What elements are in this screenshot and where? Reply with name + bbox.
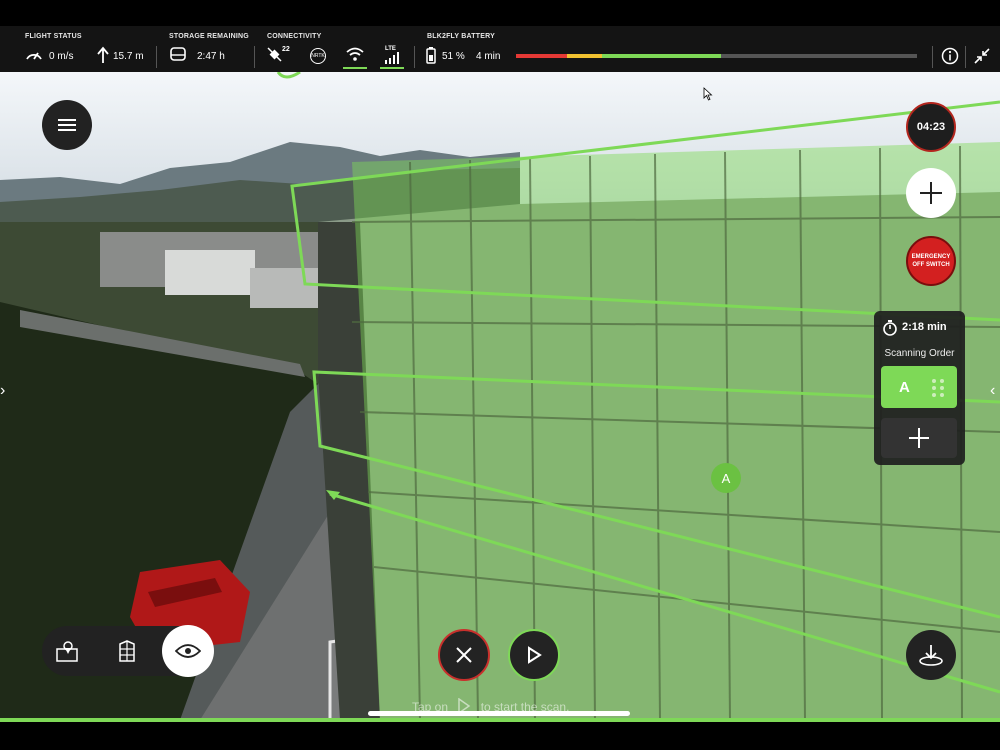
flight-status-title: FLIGHT STATUS xyxy=(25,33,82,40)
emergency-label-line1: EMERGENCY xyxy=(911,254,951,260)
connectivity-title: CONNECTIVITY xyxy=(267,33,322,40)
scanning-order-panel: 2:18 min Scanning Order A xyxy=(874,311,965,465)
add-scan-button[interactable] xyxy=(881,418,957,458)
right-drawer-arrow-icon[interactable]: ‹ xyxy=(990,382,995,400)
play-icon xyxy=(528,646,542,664)
status-bar: FLIGHT STATUS 0 m/s 15.7 m STORAGE REMAI… xyxy=(0,26,1000,72)
scan-duration: 2:18 min xyxy=(902,321,947,333)
flight-timer: 04:23 xyxy=(906,102,956,152)
storage-title: STORAGE REMAINING xyxy=(169,33,249,40)
stopwatch-icon xyxy=(883,320,897,336)
land-button[interactable] xyxy=(906,630,956,680)
start-scan-button[interactable] xyxy=(508,629,560,681)
close-icon xyxy=(456,647,472,663)
scan-area-marker[interactable]: A xyxy=(711,463,741,493)
scan-area-marker-label: A xyxy=(721,470,731,486)
view-mode-switch xyxy=(42,625,214,677)
nrtk-label: NRTK xyxy=(311,53,325,59)
app-frame: FLIGHT STATUS 0 m/s 15.7 m STORAGE REMAI… xyxy=(0,0,1000,750)
altitude-value: 15.7 m xyxy=(113,51,144,62)
home-indicator[interactable] xyxy=(368,711,630,716)
building-view-button[interactable] xyxy=(102,626,152,676)
wifi-active-indicator xyxy=(343,67,367,69)
menu-icon xyxy=(58,119,76,131)
lte-active-indicator xyxy=(380,67,404,69)
emergency-off-switch-button[interactable]: EMERGENCY OFF SWITCH xyxy=(906,236,956,286)
plus-icon xyxy=(920,182,942,204)
divider xyxy=(254,46,255,68)
add-button[interactable] xyxy=(906,168,956,218)
storage-value: 2:47 h xyxy=(197,51,225,62)
camera-feed[interactable] xyxy=(0,72,1000,720)
info-icon[interactable] xyxy=(941,47,959,65)
scan-order-item-a[interactable]: A xyxy=(881,366,957,408)
speed-value: 0 m/s xyxy=(49,51,74,62)
collapse-icon[interactable] xyxy=(974,48,990,64)
altitude-arrow-icon xyxy=(97,46,109,63)
map-view-button[interactable] xyxy=(42,626,92,676)
divider xyxy=(156,46,157,68)
map-pin-icon xyxy=(56,641,78,662)
lte-signal-icon xyxy=(385,52,399,64)
battery-icon xyxy=(426,47,436,64)
eye-icon xyxy=(175,644,201,658)
plus-icon xyxy=(909,428,929,448)
battery-percent: 51 % xyxy=(442,51,465,62)
satellite-count: 22 xyxy=(282,46,290,53)
divider xyxy=(965,46,966,68)
camera-view-button[interactable] xyxy=(162,625,214,677)
menu-button[interactable] xyxy=(42,100,92,150)
cancel-scan-button[interactable] xyxy=(438,629,490,681)
battery-title: BLK2FLY BATTERY xyxy=(427,33,495,40)
building-icon xyxy=(119,640,135,662)
divider xyxy=(414,46,415,68)
mouse-cursor-icon xyxy=(703,87,713,101)
battery-time: 4 min xyxy=(476,51,501,62)
storage-drive-icon xyxy=(170,47,186,61)
battery-level-fill xyxy=(516,54,721,58)
scan-progress-line xyxy=(0,718,1000,722)
land-icon xyxy=(919,645,943,666)
speedometer-icon xyxy=(26,52,42,60)
timer-value: 04:23 xyxy=(916,121,946,133)
battery-level-bar xyxy=(516,54,917,58)
divider xyxy=(932,46,933,68)
nrtk-icon: NRTK xyxy=(310,48,326,64)
emergency-label-line2: OFF SWITCH xyxy=(912,262,950,268)
drag-handle-icon[interactable] xyxy=(931,378,945,398)
scan-order-item-label: A xyxy=(899,379,910,396)
scanning-order-title: Scanning Order xyxy=(884,348,955,359)
wifi-icon xyxy=(346,47,364,61)
left-drawer-arrow-icon[interactable]: › xyxy=(0,382,5,400)
